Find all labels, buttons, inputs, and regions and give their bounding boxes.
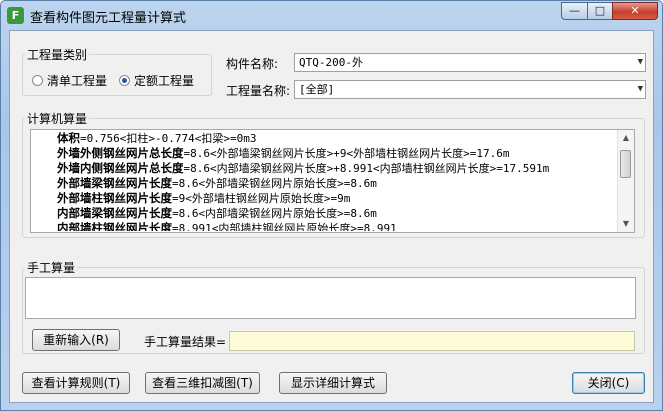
calc-line: 外部墙柱钢丝网片长度=9<外部墙柱钢丝网片原始长度>=9m	[57, 191, 351, 205]
quantity-name-select[interactable]: [全部] ▼	[294, 80, 646, 99]
chevron-down-icon: ▼	[637, 57, 643, 67]
calc-line: 外墙内侧钢丝网片总长度=8.6<内部墙梁钢丝网片长度>+8.991<内部墙柱钢丝…	[57, 161, 550, 175]
close-button[interactable]: 关闭(C)	[572, 372, 645, 394]
scroll-up-arrow-icon[interactable]: ▲	[618, 130, 634, 146]
reenter-button[interactable]: 重新输入(R)	[32, 329, 120, 351]
manual-calc-textarea[interactable]	[25, 277, 636, 319]
calc-scrollbar[interactable]: ▲ ▼	[617, 130, 634, 232]
calc-line: 外部墙梁钢丝网片长度=8.6<外部墙梁钢丝网片原始长度>=8.6m	[57, 176, 377, 190]
view-rules-button[interactable]: 查看计算规则(T)	[22, 372, 130, 394]
computer-calc-label: 计算机算量	[25, 110, 90, 127]
computer-calc-textarea[interactable]: 体积=0.756<扣柱>-0.774<扣梁>=0m3 外墙外侧钢丝网片总长度=8…	[30, 129, 635, 233]
radio-bill-quantity[interactable]: 清单工程量	[32, 72, 107, 89]
calc-line: 内部墙梁钢丝网片长度=8.6<内部墙梁钢丝网片原始长度>=8.6m	[57, 206, 377, 220]
radio-bill-quantity-dot	[32, 75, 43, 86]
component-name-select[interactable]: QTQ-200-外 ▼	[294, 53, 646, 72]
dialog-window: F 查看构件图元工程量计算式 — □ ✕ 工程量类别 清单工程量 定额工程量 构…	[0, 0, 663, 411]
manual-calc-label: 手工算量	[25, 259, 78, 276]
chevron-down-icon: ▼	[637, 84, 643, 94]
manual-result-label: 手工算量结果=	[144, 335, 227, 349]
component-name-label: 构件名称:	[226, 57, 279, 71]
component-name-value: QTQ-200-外	[299, 56, 363, 69]
quantity-name-value: [全部]	[299, 83, 335, 96]
minimize-button[interactable]: —	[561, 2, 588, 20]
view-3d-deduction-button[interactable]: 查看三维扣减图(T)	[145, 372, 260, 394]
calc-lines: 体积=0.756<扣柱>-0.774<扣梁>=0m3 外墙外侧钢丝网片总长度=8…	[57, 131, 549, 231]
dialog-body: 工程量类别 清单工程量 定额工程量 构件名称: QTQ-200-外 ▼ 工程量名…	[9, 30, 654, 403]
calc-line: 外墙外侧钢丝网片总长度=8.6<外部墙梁钢丝网片长度>+9<外部墙柱钢丝网片长度…	[57, 146, 510, 160]
quantity-type-label: 工程量类别	[25, 46, 90, 63]
radio-bill-quantity-label: 清单工程量	[47, 74, 108, 88]
radio-quota-quantity-dot	[119, 75, 130, 86]
manual-result-field[interactable]	[229, 331, 635, 351]
radio-quota-quantity[interactable]: 定额工程量	[119, 72, 194, 89]
calc-line: 内部墙柱钢丝网片长度=8.991<内部墙柱钢丝网片原始长度>=8.991	[57, 221, 397, 231]
app-icon: F	[7, 7, 24, 24]
scroll-down-arrow-icon[interactable]: ▼	[618, 216, 634, 232]
radio-quota-quantity-label: 定额工程量	[134, 74, 195, 88]
window-close-button[interactable]: ✕	[612, 2, 658, 20]
show-detail-button[interactable]: 显示详细计算式	[279, 372, 387, 394]
maximize-button[interactable]: □	[587, 2, 613, 20]
scroll-thumb[interactable]	[620, 150, 631, 178]
quantity-name-label: 工程量名称:	[226, 84, 291, 98]
title-bar[interactable]: F 查看构件图元工程量计算式 — □ ✕	[1, 1, 662, 29]
calc-line: 体积=0.756<扣柱>-0.774<扣梁>=0m3	[57, 131, 257, 145]
window-title: 查看构件图元工程量计算式	[30, 11, 187, 26]
